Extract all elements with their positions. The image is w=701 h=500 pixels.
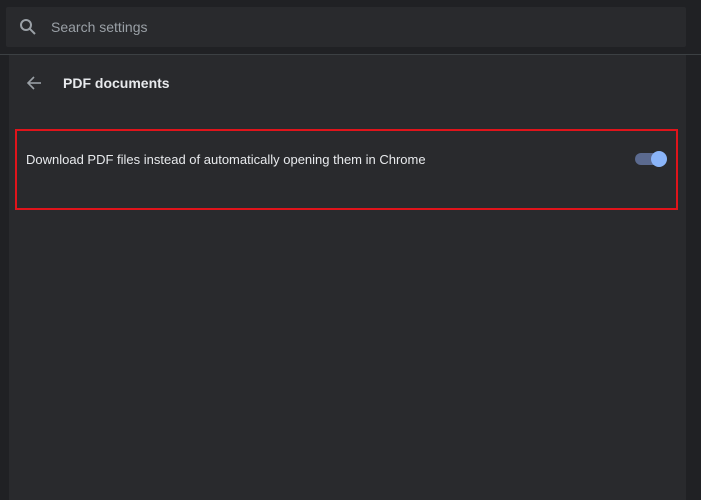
search-bar[interactable] <box>6 7 686 47</box>
search-input[interactable] <box>51 19 611 35</box>
highlight-annotation-box <box>15 129 678 210</box>
search-icon <box>19 18 37 36</box>
arrow-back-icon <box>26 76 41 90</box>
settings-card: PDF documents Download PDF files instead… <box>9 55 686 500</box>
back-button[interactable] <box>24 73 44 93</box>
settings-page: PDF documents Download PDF files instead… <box>0 0 701 500</box>
subpage-header: PDF documents <box>9 55 686 111</box>
page-title: PDF documents <box>63 75 170 91</box>
